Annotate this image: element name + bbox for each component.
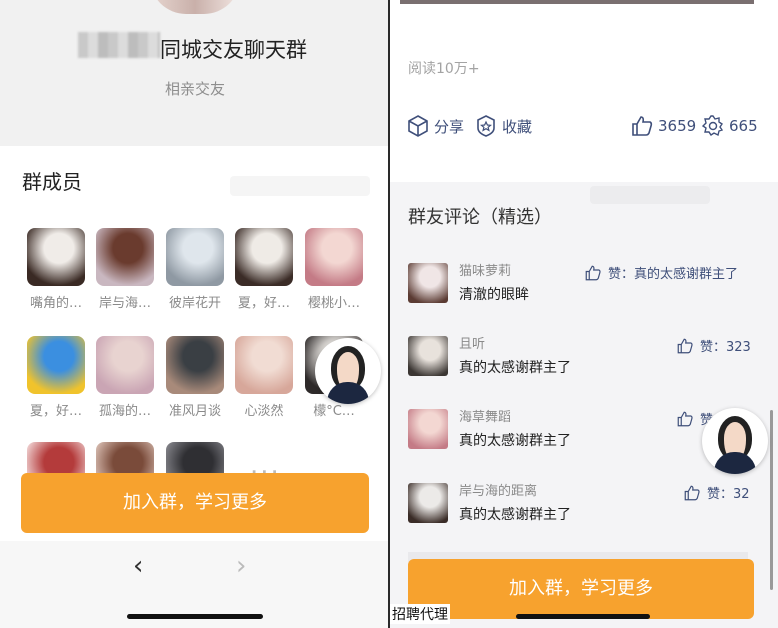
join-group-button[interactable]: 加入群，学习更多 <box>21 473 369 533</box>
member-name: 孤海的… <box>98 404 151 419</box>
comment-avatar <box>408 409 448 449</box>
comment-like-text: 赞：323 <box>700 340 751 355</box>
member-item[interactable]: 彼岸花开 <box>166 228 226 311</box>
member-name: 夏，好… <box>237 296 290 311</box>
member-name: 彼岸花开 <box>168 296 221 311</box>
support-agent-icon[interactable] <box>702 408 768 474</box>
comment-like-text: 赞：真的太感谢群主了 <box>608 267 739 282</box>
member-name: 心淡然 <box>244 404 284 419</box>
comment-like-text: 赞：32 <box>707 487 750 502</box>
comment-text: 真的太感谢群主了 <box>459 433 571 449</box>
member-item[interactable]: 樱桃小… <box>305 228 365 311</box>
read-count: 阅读10万+ <box>408 61 480 77</box>
comment-text: 真的太感谢群主了 <box>459 360 571 376</box>
scrollbar[interactable] <box>770 410 773 590</box>
love-button[interactable]: 665 <box>701 114 758 138</box>
collect-label: 收藏 <box>502 117 533 136</box>
member-item[interactable]: 夏，好… <box>235 228 295 311</box>
comment-user[interactable]: 海草舞蹈 <box>459 406 511 425</box>
join-group-button[interactable]: 加入群，学习更多 <box>408 559 754 619</box>
back-chevron-icon[interactable]: ‹ <box>133 551 143 581</box>
browser-nav-bar: ‹ › <box>0 541 388 628</box>
comment-user[interactable]: 猫味萝莉 <box>459 260 511 279</box>
share-button[interactable]: 分享 <box>406 114 464 138</box>
comment-like-button[interactable]: 赞：323 <box>676 336 751 355</box>
member-item[interactable]: 准风月谈 <box>166 336 226 419</box>
thumbs-up-icon <box>684 485 700 500</box>
thumbs-up-icon <box>632 116 653 136</box>
comment-like-button[interactable]: 赞：32 <box>683 483 750 502</box>
love-count: 665 <box>729 117 758 135</box>
blurred-name-prefix <box>78 32 160 58</box>
member-item[interactable]: 夏，好… <box>27 336 87 419</box>
comment-item: 且听 真的太感谢群主了 赞：323 <box>408 336 768 380</box>
member-name: 夏，好… <box>29 404 82 419</box>
forward-chevron-icon[interactable]: › <box>236 551 246 581</box>
collect-button[interactable]: 收藏 <box>474 114 532 138</box>
comment-avatar <box>408 483 448 523</box>
member-avatar <box>96 228 154 286</box>
comment-user[interactable]: 且听 <box>459 333 485 352</box>
comment-item: 猫味萝莉 清澈的眼眸 赞：真的太感谢群主了 <box>408 263 768 307</box>
like-count: 3659 <box>658 117 697 135</box>
thumbs-up-icon <box>677 411 693 426</box>
member-name: 准风月谈 <box>168 404 221 419</box>
cube-share-icon <box>408 115 428 137</box>
comment-avatar <box>408 263 448 303</box>
comment-text: 真的太感谢群主了 <box>459 507 571 523</box>
member-avatar <box>305 228 363 286</box>
member-avatar <box>166 228 224 286</box>
comment-avatar <box>408 336 448 376</box>
star-badge-icon <box>477 115 495 137</box>
member-item[interactable]: 心淡然 <box>235 336 295 419</box>
member-item[interactable]: 嘴角的… <box>27 228 87 311</box>
home-indicator <box>516 614 650 619</box>
member-avatar <box>96 336 154 394</box>
agent-body-icon <box>714 452 756 474</box>
group-name: 同城交友聊天群 <box>160 38 307 62</box>
article-card: 阅读10万+ 分享 收藏 3659 665 <box>390 0 778 182</box>
comment-text: 清澈的眼眸 <box>459 287 529 303</box>
like-button[interactable]: 3659 <box>630 114 696 138</box>
member-avatar <box>235 336 293 394</box>
group-subtitle: 相亲交友 <box>164 80 225 98</box>
gear-flower-icon <box>701 115 724 137</box>
footer-text[interactable]: 招聘代理 <box>390 604 450 624</box>
member-name: 嘴角的… <box>29 296 82 311</box>
comment-like-button[interactable]: 赞：真的太感谢群主了 <box>584 263 738 282</box>
faded-header-bar <box>230 176 370 196</box>
home-indicator <box>127 614 263 619</box>
member-avatar <box>235 228 293 286</box>
member-name: 岸与海… <box>98 296 151 311</box>
support-agent-icon[interactable] <box>315 338 381 404</box>
comment-user[interactable]: 岸与海的距离 <box>459 480 537 499</box>
member-avatar <box>27 228 85 286</box>
share-label: 分享 <box>434 117 465 136</box>
faded-header-bar <box>590 186 710 204</box>
member-item[interactable]: 岸与海… <box>96 228 156 311</box>
article-image <box>400 0 754 4</box>
member-avatar <box>166 336 224 394</box>
member-item[interactable]: 孤海的… <box>96 336 156 419</box>
thumbs-up-icon <box>585 265 601 280</box>
member-name: 樱桃小… <box>307 296 360 311</box>
comments-title: 群友评论（精选） <box>408 207 552 228</box>
members-title: 群成员 <box>22 170 82 194</box>
agent-body-icon <box>327 382 369 404</box>
article-panel: 阅读10万+ 分享 收藏 3659 665 群友评论（精选） 猫味萝莉 清澈的眼… <box>390 0 778 628</box>
group-avatar <box>150 0 240 14</box>
group-info-panel: 同城交友聊天群 相亲交友 群成员 嘴角的… 岸与海… 彼岸花开 夏，好… 樱桃小… <box>0 0 388 628</box>
member-avatar <box>27 336 85 394</box>
thumbs-up-icon <box>677 338 693 353</box>
comment-item: 岸与海的距离 真的太感谢群主了 赞：32 <box>408 483 768 527</box>
